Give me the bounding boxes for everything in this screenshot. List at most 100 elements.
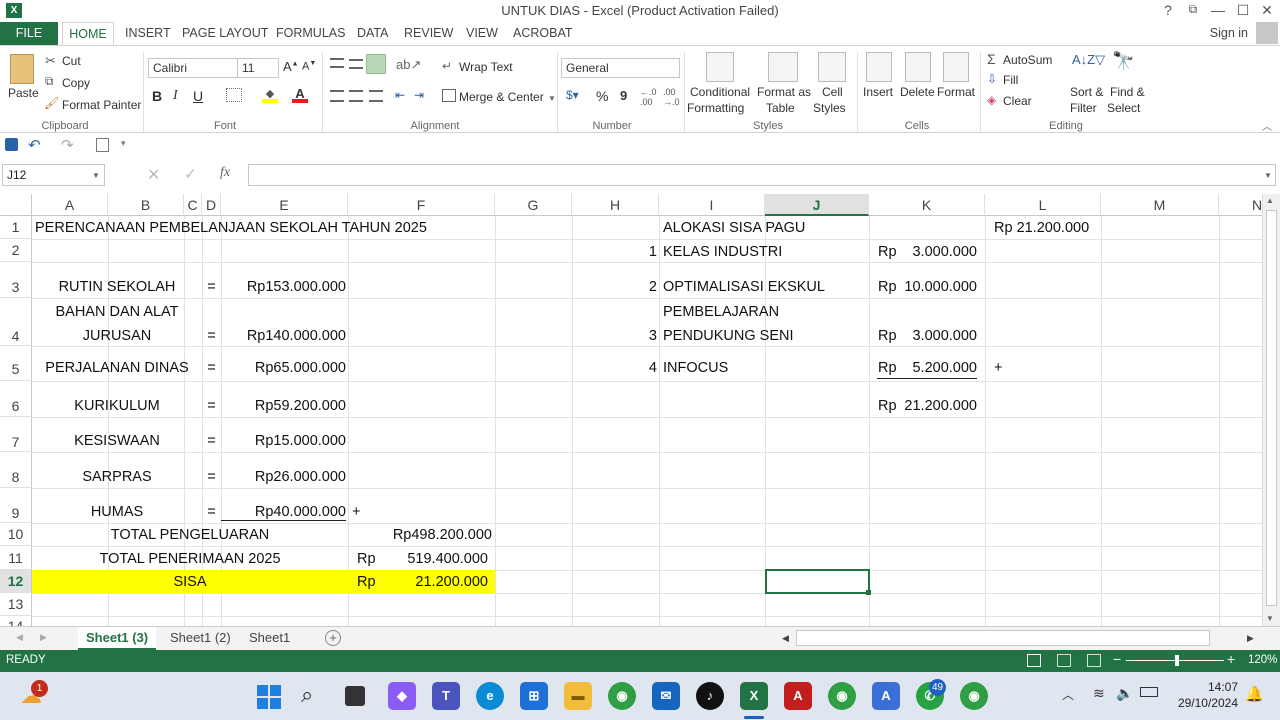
- cell-b7[interactable]: KESISWAAN: [32, 433, 202, 449]
- active-cell-j12[interactable]: [765, 569, 870, 594]
- print-preview-icon[interactable]: [96, 138, 109, 152]
- row-header-5[interactable]: 5: [0, 346, 32, 381]
- borders-icon[interactable]: [226, 88, 242, 102]
- row-header-2[interactable]: 2: [0, 239, 32, 262]
- row-header-14[interactable]: 14: [0, 616, 32, 626]
- font-name-combo[interactable]: Calibri: [148, 58, 238, 78]
- find-select-label-2[interactable]: Select: [1107, 101, 1140, 115]
- cell-k6-currency[interactable]: Rp: [878, 398, 897, 414]
- cell-b5[interactable]: PERJALANAN DINAS: [32, 360, 202, 376]
- show-hidden-icons-icon[interactable]: ︿: [1062, 686, 1074, 703]
- cell-i2[interactable]: KELAS INDUSTRI: [663, 244, 782, 260]
- number-format-combo[interactable]: General: [561, 58, 680, 78]
- zoom-slider-thumb[interactable]: [1175, 655, 1179, 666]
- column-header-m[interactable]: M: [1101, 194, 1219, 216]
- volume-icon[interactable]: 🔈: [1116, 685, 1133, 702]
- tab-acrobat[interactable]: ACROBAT: [513, 26, 573, 40]
- cell-f10[interactable]: Rp498.200.000: [348, 527, 492, 543]
- cell-f12-currency[interactable]: Rp: [357, 574, 376, 590]
- cell-l1[interactable]: Rp 21.200.000: [994, 220, 1089, 236]
- format-as-table-label-2[interactable]: Table: [766, 101, 795, 115]
- sheet-tab-sheet1-3[interactable]: Sheet1 (3): [78, 627, 157, 650]
- minimize-button[interactable]: —: [1208, 2, 1228, 18]
- conditional-formatting-label-1[interactable]: Conditional: [690, 85, 750, 99]
- horizontal-scroll-thumb[interactable]: [796, 630, 1210, 646]
- font-color-icon[interactable]: A: [292, 86, 308, 103]
- cell-e8[interactable]: Rp26.000.000: [221, 469, 346, 485]
- scroll-up-icon[interactable]: ▲: [1266, 196, 1274, 205]
- sort-filter-label-1[interactable]: Sort &: [1070, 85, 1103, 99]
- cell-e5[interactable]: Rp65.000.000: [221, 360, 346, 376]
- page-break-view-icon[interactable]: [1087, 654, 1101, 667]
- autosum-button[interactable]: AutoSum: [1003, 53, 1052, 67]
- expand-formula-bar-icon[interactable]: ▼: [1264, 171, 1272, 180]
- fill-color-icon[interactable]: ◆: [262, 87, 278, 103]
- cell-f11-currency[interactable]: Rp: [357, 551, 376, 567]
- next-sheet-icon[interactable]: ▶: [40, 632, 47, 643]
- insert-function-button[interactable]: fx: [220, 165, 230, 181]
- tab-file[interactable]: FILE: [0, 22, 58, 45]
- cell-f9[interactable]: +: [352, 504, 360, 520]
- row-header-3[interactable]: 3: [0, 262, 32, 298]
- cell-a11[interactable]: TOTAL PENERIMAAN 2025: [32, 551, 348, 567]
- copy-button[interactable]: Copy: [62, 76, 90, 90]
- row-header-11[interactable]: 11: [0, 546, 32, 570]
- format-as-table-label-1[interactable]: Format as: [757, 85, 811, 99]
- column-header-i[interactable]: I: [659, 194, 765, 216]
- fill-handle[interactable]: [866, 590, 871, 595]
- tab-view[interactable]: VIEW: [466, 26, 498, 40]
- worksheet-grid[interactable]: A B C D E F G H I J K L M N 1 2 3 4 5 6 …: [0, 194, 1262, 626]
- select-all-corner[interactable]: [0, 194, 32, 216]
- cell-b4-line-1[interactable]: BAHAN DAN ALAT: [32, 304, 202, 320]
- maximize-button[interactable]: ☐: [1233, 2, 1253, 19]
- cell-a1[interactable]: PERENCANAAN PEMBELANJAAN SEKOLAH TAHUN 2…: [35, 220, 427, 236]
- cell-k3[interactable]: 10.000.000: [898, 279, 977, 295]
- underline-button[interactable]: U: [193, 88, 203, 104]
- font-size-combo[interactable]: 11: [237, 58, 279, 78]
- wifi-icon[interactable]: ≋: [1093, 685, 1105, 702]
- column-header-f[interactable]: F: [348, 194, 495, 216]
- formula-input[interactable]: [248, 164, 1276, 186]
- column-header-n[interactable]: N: [1219, 194, 1262, 216]
- cell-k3-currency[interactable]: Rp: [878, 279, 897, 295]
- column-header-e[interactable]: E: [221, 194, 348, 216]
- merge-center-button[interactable]: Merge & Center: [459, 90, 544, 104]
- decrease-decimal-icon[interactable]: .00 →.0: [663, 87, 680, 107]
- clock-time[interactable]: 14:07: [1170, 680, 1238, 694]
- sheet-tab-sheet1-2[interactable]: Sheet1 (2): [162, 627, 239, 650]
- name-box-dropdown-icon[interactable]: ▼: [92, 171, 100, 180]
- align-center-icon[interactable]: [349, 90, 363, 102]
- cell-k5[interactable]: 5.200.000: [898, 360, 977, 376]
- merge-dropdown-icon[interactable]: ▼: [548, 94, 556, 103]
- middle-align-icon[interactable]: [349, 59, 363, 69]
- copilot-icon[interactable]: ◆: [388, 682, 416, 710]
- avatar-icon[interactable]: [1256, 22, 1278, 44]
- acrobat-icon[interactable]: A: [784, 682, 812, 710]
- cell-b6[interactable]: KURIKULUM: [32, 398, 202, 414]
- find-select-label-1[interactable]: Find &: [1110, 85, 1145, 99]
- cell-h5[interactable]: 4: [572, 360, 657, 376]
- scroll-left-icon[interactable]: ◀: [782, 633, 789, 644]
- column-header-g[interactable]: G: [495, 194, 572, 216]
- cell-b8[interactable]: SARPRAS: [32, 469, 202, 485]
- column-header-b[interactable]: B: [108, 194, 184, 216]
- row-header-1[interactable]: 1: [0, 216, 32, 239]
- ribbon-display-options-button[interactable]: ⧉: [1183, 2, 1203, 17]
- cell-e4[interactable]: Rp140.000.000: [221, 328, 346, 344]
- zoom-out-button[interactable]: −: [1113, 651, 1121, 667]
- sheet-tab-sheet1[interactable]: Sheet1: [241, 627, 298, 650]
- cell-a10[interactable]: TOTAL PENGELUARAN: [32, 527, 348, 543]
- row-header-4[interactable]: 4: [0, 298, 32, 346]
- file-explorer-icon[interactable]: ▬: [564, 682, 592, 710]
- format-painter-button[interactable]: Format Painter: [62, 98, 141, 112]
- search-icon[interactable]: ⌕: [301, 682, 313, 708]
- mail-icon[interactable]: ✉: [652, 682, 680, 710]
- tab-page-layout[interactable]: PAGE LAYOUT: [182, 26, 268, 40]
- tab-home[interactable]: HOME: [62, 22, 114, 46]
- cell-d3[interactable]: =: [202, 279, 221, 295]
- cell-k4[interactable]: 3.000.000: [898, 328, 977, 344]
- shrink-font-icon[interactable]: A▼: [302, 60, 316, 73]
- insert-cells-button[interactable]: Insert: [863, 85, 893, 99]
- cell-h2[interactable]: 1: [572, 244, 657, 260]
- italic-button[interactable]: I: [173, 88, 178, 104]
